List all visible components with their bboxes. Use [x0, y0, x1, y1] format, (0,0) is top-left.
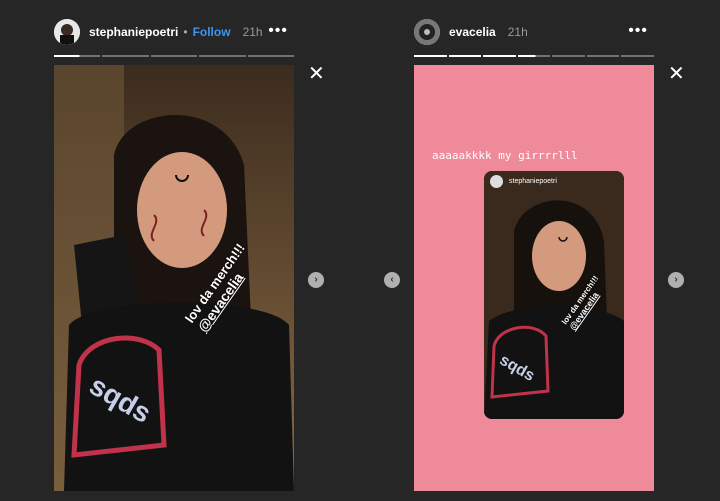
progress-segment [102, 55, 149, 57]
avatar [490, 175, 503, 188]
timestamp: 21h [242, 25, 263, 39]
username[interactable]: stephaniepoetri [89, 25, 178, 39]
progress-segment [247, 55, 295, 57]
chevron-right-icon[interactable]: › [668, 272, 684, 288]
chevron-left-icon[interactable]: ‹ [384, 272, 400, 288]
chevron-right-icon[interactable]: › [308, 272, 324, 288]
more-icon[interactable]: ••• [628, 22, 648, 40]
story-right: evacelia 21h ••• aaaaakkkk my girrrrlll … [414, 0, 655, 501]
progress-segment [621, 55, 655, 57]
story-header: stephaniepoetri • Follow 21h ••• [54, 18, 294, 46]
shared-story-card[interactable]: stephaniepoetri sqds lov da merch!!! @ev… [484, 171, 624, 419]
story-photo: sqds [54, 65, 294, 491]
shared-story-header: stephaniepoetri [490, 175, 557, 188]
progress-segment [150, 55, 198, 57]
close-icon[interactable]: ✕ [668, 64, 685, 84]
shared-username: stephaniepoetri [509, 178, 557, 185]
timestamp: 21h [507, 25, 528, 39]
progress-segment [54, 55, 101, 57]
story-media[interactable]: aaaaakkkk my girrrrlll stephaniepoetri s… [414, 65, 654, 491]
story-header: evacelia 21h ••• [414, 18, 654, 46]
story-media[interactable]: sqds lov da merch!!! @evacelia [54, 65, 294, 491]
avatar[interactable] [414, 19, 440, 45]
progress-segment [414, 55, 447, 57]
progress-segment [586, 55, 620, 57]
story-left: stephaniepoetri • Follow 21h ••• sqds lo… [54, 0, 295, 501]
progress-segment [483, 55, 516, 57]
avatar[interactable] [54, 19, 80, 45]
follow-button[interactable]: Follow [193, 25, 231, 39]
progress-segment [448, 55, 482, 57]
progress-segment [199, 55, 246, 57]
progress-bar [414, 55, 655, 57]
shared-story-photo: sqds [484, 171, 624, 419]
story-caption: aaaaakkkk my girrrrlll [432, 149, 578, 162]
progress-segment [517, 55, 551, 57]
progress-segment [552, 55, 585, 57]
username[interactable]: evacelia [449, 25, 496, 39]
progress-bar [54, 55, 295, 57]
separator-dot: • [183, 25, 188, 39]
more-icon[interactable]: ••• [268, 22, 288, 40]
close-icon[interactable]: ✕ [308, 64, 325, 84]
